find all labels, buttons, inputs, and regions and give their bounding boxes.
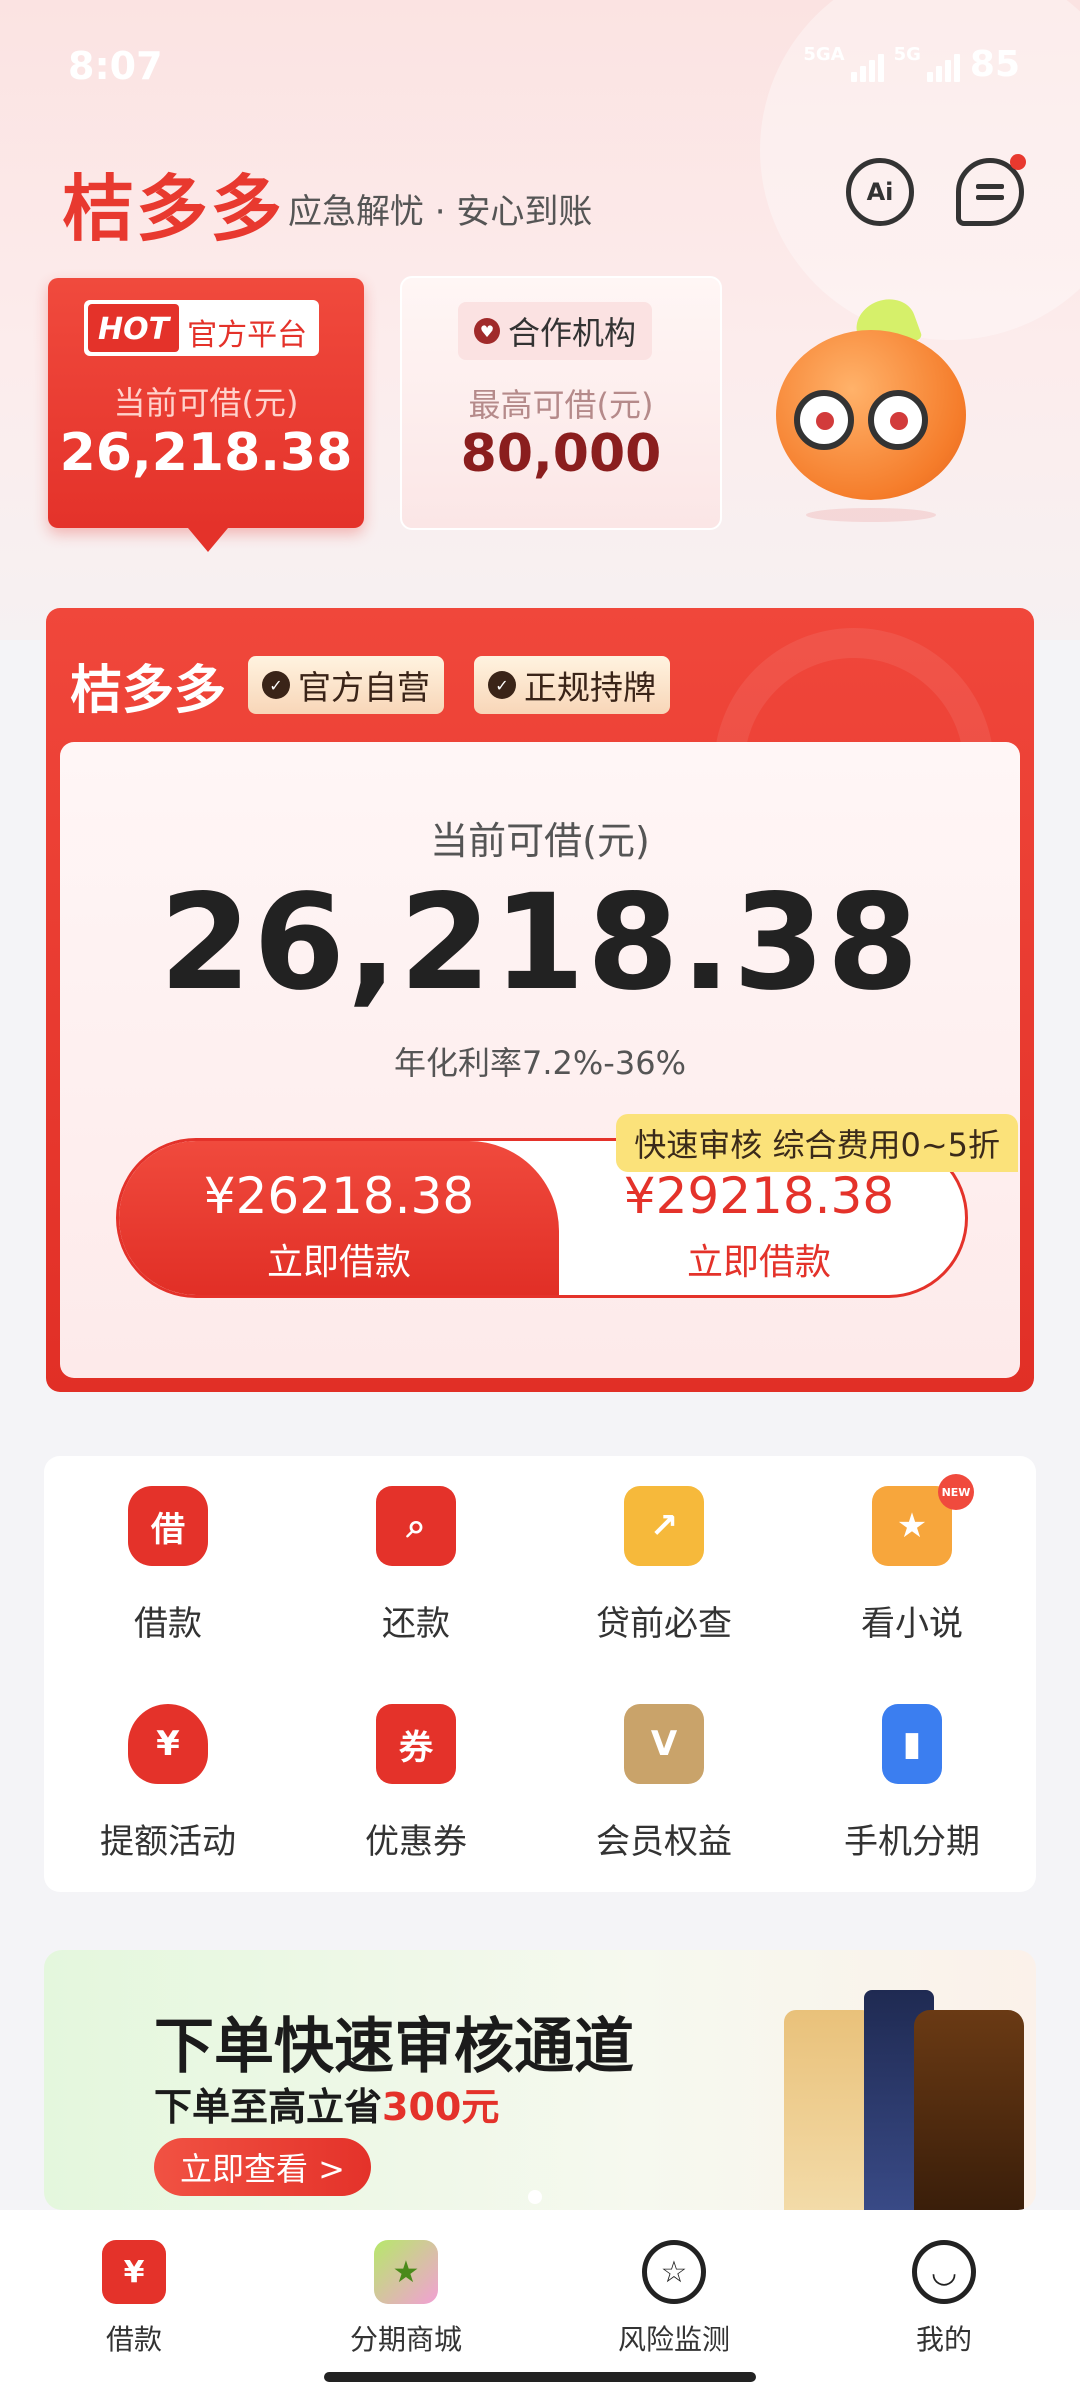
service-label: 优惠券 bbox=[365, 1822, 467, 1862]
service-label: 还款 bbox=[382, 1604, 450, 1644]
available-label: 当前可借(元) bbox=[430, 819, 650, 863]
service-label: 提额活动 bbox=[100, 1822, 236, 1862]
official-available-amount: 26,218.38 bbox=[59, 423, 353, 483]
tab-risk-monitor[interactable]: ☆ 风险监测 bbox=[564, 2226, 784, 2356]
official-platform-label: 官方平台 bbox=[187, 318, 308, 353]
fast-borrow-amount: ¥29218.38 bbox=[623, 1167, 895, 1225]
service-limit-boost[interactable]: ¥ 提额活动 bbox=[44, 1674, 292, 1874]
service-label: 贷前必查 bbox=[596, 1604, 732, 1644]
signal-icon bbox=[850, 48, 884, 82]
official-platform-card[interactable]: HOT 官方平台 当前可借(元) 26,218.38 bbox=[48, 278, 364, 552]
banner-subtitle: 下单至高立省300元 bbox=[154, 2076, 499, 2131]
badge-label: 正规持牌 bbox=[524, 668, 656, 707]
network-label-2: 5G bbox=[893, 44, 921, 65]
partner-max-label: 最高可借(元) bbox=[468, 386, 654, 424]
repay-icon: ⌕ bbox=[376, 1486, 456, 1566]
hot-badge: HOT bbox=[88, 304, 180, 352]
loan-card: 桔多多 ✓ 官方自营 ✓ 正规持牌 当前可借(元) 26,218.38 年化利率… bbox=[46, 608, 1034, 1392]
self-operated-badge: ✓ 官方自营 bbox=[248, 656, 444, 714]
message-unread-dot bbox=[1010, 154, 1026, 170]
money-bag-icon: ¥ bbox=[128, 1704, 208, 1784]
borrow-amount: ¥26218.38 bbox=[203, 1167, 475, 1225]
service-member-benefits[interactable]: V 会员权益 bbox=[540, 1674, 788, 1874]
status-indicators: 5GA 5G 85 bbox=[803, 44, 1020, 85]
mall-tab-icon: ★ bbox=[374, 2240, 438, 2304]
ai-assistant-icon[interactable]: Ai bbox=[846, 158, 914, 226]
borrow-icon: 借 bbox=[128, 1486, 208, 1566]
mascot-image bbox=[756, 291, 986, 522]
partner-institution-card[interactable]: ♥ 合作机构 最高可借(元) 80,000 bbox=[400, 276, 722, 530]
phone-icon: ▮ bbox=[882, 1704, 942, 1784]
partner-institution-label: 合作机构 bbox=[508, 314, 637, 352]
fast-borrow-action-label: 立即借款 bbox=[686, 1242, 831, 1283]
status-time: 8:07 bbox=[68, 44, 163, 88]
tab-label: 分期商城 bbox=[349, 2323, 462, 2356]
promo-banner[interactable]: 下单快速审核通道 下单至高立省300元 立即查看 > bbox=[44, 1950, 1036, 2210]
service-phone-installment[interactable]: ▮ 手机分期 bbox=[788, 1674, 1036, 1874]
product-image bbox=[784, 2010, 874, 2210]
service-label: 手机分期 bbox=[844, 1822, 980, 1862]
tab-borrow[interactable]: ¥ 借款 bbox=[24, 2226, 244, 2356]
tab-label: 我的 bbox=[915, 2323, 972, 2356]
service-read-novels[interactable]: ★ NEW 看小说 bbox=[788, 1456, 1036, 1656]
tab-label: 借款 bbox=[105, 2323, 162, 2356]
borrow-tab-icon: ¥ bbox=[102, 2240, 166, 2304]
view-now-button[interactable]: 立即查看 > bbox=[154, 2138, 371, 2196]
carousel-dot bbox=[528, 2190, 542, 2204]
borrow-action-label: 立即借款 bbox=[266, 1242, 411, 1283]
brand-slogan: 应急解忧 · 安心到账 bbox=[288, 192, 593, 232]
loan-card-inner: 当前可借(元) 26,218.38 年化利率7.2%-36% ¥26218.38… bbox=[60, 742, 1020, 1378]
service-repay[interactable]: ⌕ 还款 bbox=[292, 1456, 540, 1656]
profile-smile-icon: ◡ bbox=[912, 2240, 976, 2304]
tab-label: 风险监测 bbox=[617, 2323, 730, 2356]
signal-icon bbox=[926, 48, 960, 82]
coupon-icon: 券 bbox=[376, 1704, 456, 1784]
heart-icon: ♥ bbox=[474, 318, 500, 344]
service-borrow[interactable]: 借 借款 bbox=[44, 1456, 292, 1656]
services-grid: 借 借款 ⌕ 还款 ↗ 贷前必查 ★ NEW 看小说 ¥ 提额活动 券 优惠券 … bbox=[44, 1456, 1036, 1892]
tab-installment-mall[interactable]: ★ 分期商城 bbox=[296, 2226, 516, 2356]
banner-subtitle-prefix: 下单至高立省 bbox=[154, 2085, 383, 2129]
check-icon: ✓ bbox=[488, 671, 516, 699]
service-pre-loan-check[interactable]: ↗ 贷前必查 bbox=[540, 1456, 788, 1656]
service-coupons[interactable]: 券 优惠券 bbox=[292, 1674, 540, 1874]
tab-mine[interactable]: ◡ 我的 bbox=[834, 2226, 1054, 2356]
annual-rate: 年化利率7.2%-36% bbox=[394, 1044, 686, 1082]
banner-subtitle-highlight: 300元 bbox=[382, 2085, 500, 2129]
official-platform-tag: HOT 官方平台 bbox=[84, 300, 320, 356]
risk-monitor-icon: ☆ bbox=[642, 2240, 706, 2304]
licensed-badge: ✓ 正规持牌 bbox=[474, 656, 670, 714]
battery-level: 85 bbox=[969, 44, 1020, 85]
status-bar: 8:07 5GA 5G 85 bbox=[0, 0, 1080, 130]
banner-title: 下单快速审核通道 bbox=[154, 2012, 634, 2082]
service-label: 会员权益 bbox=[596, 1822, 732, 1862]
fast-review-promo-tag: 快速审核 综合费用0~5折 bbox=[616, 1114, 1018, 1172]
ai-icon-text: Ai bbox=[866, 178, 894, 206]
partner-max-amount: 80,000 bbox=[460, 424, 662, 484]
check-icon: ✓ bbox=[262, 671, 290, 699]
service-label: 看小说 bbox=[861, 1604, 963, 1644]
network-label-1: 5GA bbox=[803, 44, 845, 65]
official-available-label: 当前可借(元) bbox=[113, 384, 299, 422]
vip-bag-icon: V bbox=[624, 1704, 704, 1784]
borrow-now-button[interactable]: ¥26218.38 立即借款 bbox=[119, 1141, 559, 1295]
badge-label: 官方自营 bbox=[298, 668, 430, 707]
available-amount: 26,218.38 bbox=[159, 866, 921, 1020]
home-indicator bbox=[324, 2372, 756, 2382]
new-badge: NEW bbox=[938, 1474, 974, 1510]
partner-institution-tag: ♥ 合作机构 bbox=[458, 302, 653, 360]
brand-logo: 桔多多 bbox=[62, 166, 285, 251]
service-label: 借款 bbox=[134, 1604, 202, 1644]
trend-chart-icon: ↗ bbox=[624, 1486, 704, 1566]
product-image bbox=[914, 2010, 1024, 2210]
loan-card-brand: 桔多多 bbox=[70, 660, 227, 721]
